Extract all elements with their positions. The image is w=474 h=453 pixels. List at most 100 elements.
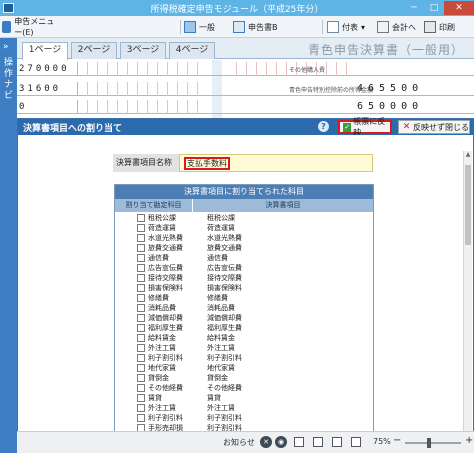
account-row[interactable]: 利子割引料 利子割引料	[115, 413, 373, 423]
account-row[interactable]: 地代家賃 地代家賃	[115, 363, 373, 373]
form-item-name: 広告宣伝費	[207, 264, 242, 272]
assign-checkbox[interactable]	[137, 404, 145, 412]
account-row[interactable]: 利子割引料 利子割引料	[115, 353, 373, 363]
tab-page-1[interactable]: 1ページ	[22, 42, 68, 60]
account-row[interactable]: 外注工賃 外注工賃	[115, 403, 373, 413]
form-item-name: 貸倒金	[207, 374, 228, 382]
account-row[interactable]: 旅費交通費 旅費交通費	[115, 243, 373, 253]
account-row[interactable]: 水道光熱費 水道光熱費	[115, 233, 373, 243]
assigned-account-name: 損害保険料	[148, 284, 183, 292]
assigned-account-name: 通信費	[148, 254, 169, 262]
assigned-account-name: 修繕費	[148, 294, 169, 302]
minimize-button[interactable]: ─	[404, 1, 424, 15]
account-row[interactable]: 賃貸 賃貸	[115, 393, 373, 403]
assign-checkbox[interactable]	[137, 334, 145, 342]
assign-checkbox[interactable]	[137, 304, 145, 312]
assign-checkbox[interactable]	[137, 224, 145, 232]
general-label: 一般	[199, 22, 215, 32]
assign-checkbox[interactable]	[137, 364, 145, 372]
account-row[interactable]: 接待交際費 接待交際費	[115, 273, 373, 283]
account-row[interactable]: 修繕費 修繕費	[115, 293, 373, 303]
account-row[interactable]: 広告宣伝費 広告宣伝費	[115, 263, 373, 273]
assign-checkbox[interactable]	[137, 384, 145, 392]
assigned-account-name: 外注工賃	[148, 344, 176, 352]
assigned-account-name: 福利厚生費	[148, 324, 183, 332]
toolbar: 申告メニュー(E) 一般 申告書B 付表 ▾ 会計へ 印刷	[0, 16, 474, 38]
account-row[interactable]: 消耗品費 消耗品費	[115, 303, 373, 313]
notice-link[interactable]: お知らせ	[223, 437, 255, 448]
account-row[interactable]: その他経費 その他経費	[115, 383, 373, 393]
item-name-value: 支払手数料	[184, 157, 230, 170]
account-row[interactable]: 外注工賃 外注工賃	[115, 343, 373, 353]
account-row[interactable]: 租税公課 租税公課	[115, 213, 373, 223]
assigned-account-name: 給料賃金	[148, 334, 176, 342]
assigned-account-name: 外注工賃	[148, 404, 176, 412]
form-b-button[interactable]: 申告書B	[233, 19, 291, 35]
expand-chevron-icon[interactable]: »	[3, 42, 9, 52]
zoom-out-button[interactable]: −	[393, 435, 401, 446]
account-row[interactable]: 貸倒金 貸倒金	[115, 373, 373, 383]
assign-checkbox[interactable]	[137, 414, 145, 422]
form-row: 0 650000	[17, 100, 474, 114]
attached-table-button[interactable]: 付表 ▾	[327, 19, 373, 35]
assign-checkbox[interactable]	[137, 394, 145, 402]
assign-checkbox[interactable]	[137, 294, 145, 302]
clear-icon[interactable]: ✕	[260, 436, 272, 448]
assign-checkbox[interactable]	[137, 284, 145, 292]
zoom-slider[interactable]	[405, 442, 461, 444]
tab-page-4[interactable]: 4ページ	[169, 42, 215, 59]
view-toggle-icon[interactable]	[332, 437, 342, 447]
form-row: 270000 その他購入費	[17, 62, 474, 76]
apply-to-form-button[interactable]: ✓ 帳票に反映	[338, 117, 392, 137]
record-icon[interactable]: ◉	[275, 436, 287, 448]
assign-checkbox[interactable]	[137, 214, 145, 222]
assign-checkbox[interactable]	[137, 354, 145, 362]
assign-checkbox[interactable]	[137, 324, 145, 332]
help-icon[interactable]: ?	[318, 121, 329, 132]
account-row[interactable]: 通信費 通信費	[115, 253, 373, 263]
account-row[interactable]: 荷造運賃 荷造運賃	[115, 223, 373, 233]
assign-checkbox[interactable]	[137, 234, 145, 242]
scroll-up-icon[interactable]: ▲	[464, 151, 472, 161]
general-icon	[184, 21, 196, 33]
general-button[interactable]: 一般	[184, 19, 229, 35]
assign-checkbox[interactable]	[137, 374, 145, 382]
view-toggle-icon[interactable]	[294, 437, 304, 447]
assign-checkbox[interactable]	[137, 344, 145, 352]
tab-page-2[interactable]: 2ページ	[71, 42, 117, 59]
view-toggle-icon[interactable]	[313, 437, 323, 447]
account-row[interactable]: 福利厚生費 福利厚生費	[115, 323, 373, 333]
declaration-menu-button[interactable]: 申告メニュー(E)	[2, 17, 60, 37]
tab-page-3[interactable]: 3ページ	[120, 42, 166, 59]
assign-checkbox[interactable]	[137, 254, 145, 262]
account-row[interactable]: 給料賃金 給料賃金	[115, 333, 373, 343]
to-accounting-button[interactable]: 会計へ	[377, 19, 423, 35]
assign-checkbox[interactable]	[137, 274, 145, 282]
close-without-apply-button[interactable]: ✕ 反映せず閉じる	[398, 120, 470, 134]
toolbar-divider	[322, 20, 323, 34]
column-header-form-item: 決算書項目	[193, 199, 373, 212]
account-row[interactable]: 減価償却費 減価償却費	[115, 313, 373, 323]
form-item-name: その他経費	[207, 384, 242, 392]
maximize-button[interactable]: □	[424, 1, 444, 15]
assign-checkbox[interactable]	[137, 264, 145, 272]
scrollbar-thumb[interactable]	[465, 165, 471, 245]
dialog-scrollbar[interactable]: ▲ ▼	[463, 151, 472, 453]
form-amount: 0	[19, 102, 28, 112]
assigned-account-name: 広告宣伝費	[148, 264, 183, 272]
item-name-field[interactable]: 支払手数料	[179, 154, 373, 172]
assigned-account-name: 減価償却費	[148, 314, 183, 322]
assign-checkbox[interactable]	[137, 244, 145, 252]
form-item-name: 接待交際費	[207, 274, 242, 282]
form-item-name: 損害保険料	[207, 284, 242, 292]
account-row[interactable]: 損害保険料 損害保険料	[115, 283, 373, 293]
view-toggle-icon[interactable]	[351, 437, 361, 447]
operation-navi-panel[interactable]: » 操作ナビ	[0, 38, 17, 453]
document-title: 青色申告決算書（一般用）	[307, 43, 464, 57]
print-button[interactable]: 印刷	[424, 19, 470, 35]
zoom-in-button[interactable]: +	[465, 435, 473, 446]
close-window-button[interactable]: ✕	[444, 1, 474, 15]
zoom-slider-handle[interactable]	[427, 438, 431, 448]
title-bar: 所得税確定申告モジュール（平成25年分） ─ □ ✕	[0, 0, 474, 16]
assign-checkbox[interactable]	[137, 314, 145, 322]
